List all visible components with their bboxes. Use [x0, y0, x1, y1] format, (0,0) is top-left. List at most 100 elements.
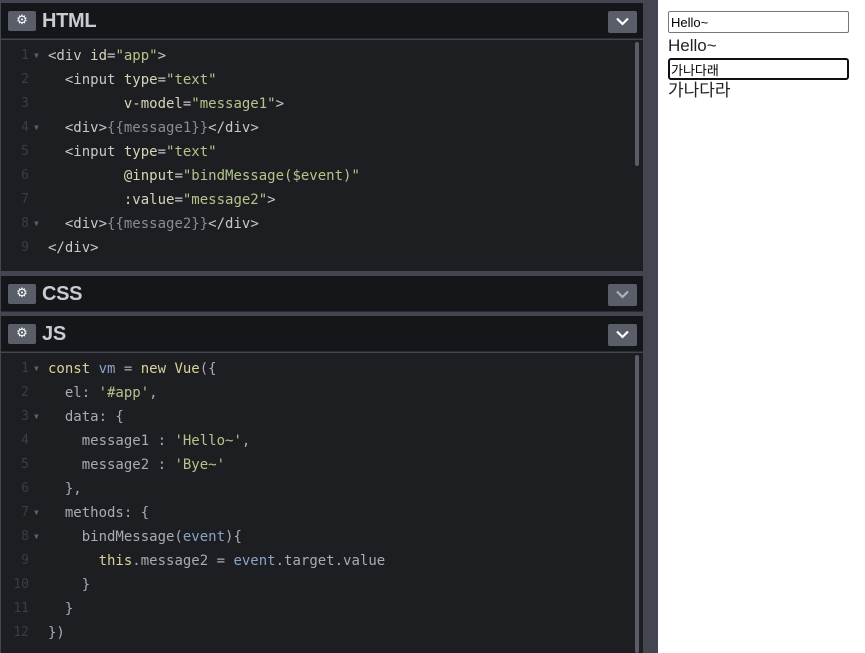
code-token: ){ [225, 529, 242, 545]
fold-arrow-icon[interactable]: ▼ [34, 212, 39, 236]
css-collapse-button[interactable] [608, 284, 637, 306]
code-line: 4 message1 : 'Hello~', [1, 429, 631, 453]
line-number: 11 [13, 601, 29, 616]
code-token: "text" [166, 72, 217, 88]
code-token: event [182, 529, 226, 545]
code-line: 7 ▼ methods: { [1, 501, 631, 525]
code-token: message1 : [48, 433, 175, 449]
code-text: const vm = new Vue({ [48, 357, 217, 381]
code-token: </div> [48, 240, 99, 256]
css-settings-button[interactable]: ⚙ [8, 284, 36, 304]
code-token: <input [48, 72, 124, 88]
code-token: type [123, 72, 158, 88]
code-token: vm [98, 361, 116, 377]
js-collapse-button[interactable] [608, 324, 637, 346]
fold-arrow-icon[interactable]: ▼ [34, 525, 39, 549]
code-token: "message1" [191, 96, 276, 112]
code-text: el: '#app', [48, 381, 158, 405]
code-token: bindMessage( [48, 529, 183, 545]
js-settings-button[interactable]: ⚙ [8, 324, 36, 344]
code-token: v-model [48, 96, 183, 112]
code-token: {{message2}} [107, 216, 209, 232]
code-line: 1 ▼ <div id="app"> [1, 44, 631, 68]
code-token: "text" [166, 144, 217, 160]
fold-arrow-icon[interactable]: ▼ [34, 357, 39, 381]
line-number: 3 [21, 409, 29, 424]
code-text: <div id="app"> [48, 44, 166, 68]
html-settings-button[interactable]: ⚙ [8, 11, 36, 31]
code-text: } [48, 573, 90, 597]
code-token: ({ [199, 361, 217, 377]
fold-arrow-icon[interactable]: ▼ [34, 44, 39, 68]
code-token: id [90, 48, 108, 64]
line-number: 6 [21, 168, 29, 183]
editor-column: ⚙ HTML 1 ▼ <div id="app"> 2 <input type="te… [0, 0, 658, 653]
code-line: 10 } [1, 573, 631, 597]
code-line: 9 this.message2 = event.target.value [1, 549, 631, 573]
code-token: "app" [115, 48, 158, 64]
fold-arrow-icon[interactable]: ▼ [34, 501, 39, 525]
js-editor-scrollbar[interactable] [635, 355, 639, 653]
code-text: @input="bindMessage($event)" [48, 164, 360, 188]
code-line: 4 ▼ <div>{{message1}}</div> [1, 116, 631, 140]
code-token: } [48, 601, 74, 617]
js-panel-header: ⚙ JS [1, 316, 643, 352]
code-text: }) [48, 621, 65, 645]
code-token: > [157, 48, 167, 64]
code-line: 5 <input type="text" [1, 140, 631, 164]
message2-input[interactable] [668, 58, 849, 80]
css-panel-header: ⚙ CSS [1, 276, 643, 312]
fold-arrow-icon[interactable]: ▼ [34, 405, 39, 429]
code-token: }, [48, 481, 82, 497]
code-token: const [48, 361, 99, 377]
code-token: <div> [48, 120, 108, 136]
code-token: .message2 = [132, 553, 234, 569]
code-text: <input type="text" [48, 140, 217, 164]
html-panel-title: HTML [42, 10, 97, 32]
code-token: data: { [48, 409, 124, 425]
line-number: 9 [21, 240, 29, 255]
line-number: 8 [21, 529, 29, 544]
code-text: v-model="message1"> [48, 92, 284, 116]
code-token: {{message1}} [107, 120, 209, 136]
js-panel-title: JS [42, 323, 66, 345]
fold-arrow-icon[interactable]: ▼ [34, 116, 39, 140]
code-token: "bindMessage($event)" [182, 168, 360, 184]
line-number: 6 [21, 481, 29, 496]
html-editor-scrollbar[interactable] [635, 42, 639, 166]
code-token: @input [48, 168, 175, 184]
html-collapse-button[interactable] [608, 11, 637, 33]
code-line: 9 </div> [1, 236, 631, 260]
code-token: event [233, 553, 276, 569]
code-token: 'Bye~' [174, 457, 226, 473]
code-token: </div> [208, 216, 259, 232]
line-number: 7 [21, 192, 29, 207]
code-token: }) [48, 625, 65, 641]
code-line: 2 <input type="text" [1, 68, 631, 92]
message1-output: Hello~ [668, 36, 717, 55]
code-token: , [149, 385, 158, 401]
code-token: methods: { [48, 505, 150, 521]
message1-input[interactable] [668, 11, 849, 33]
html-code-editor[interactable]: 1 ▼ <div id="app"> 2 <input type="text" 3 v-… [1, 40, 643, 271]
code-line: 12}) [1, 621, 631, 645]
code-token: = [157, 72, 167, 88]
code-text: :value="message2"> [48, 188, 276, 212]
line-number: 10 [13, 577, 29, 592]
code-text: methods: { [48, 501, 149, 525]
js-code-editor[interactable]: 1 ▼ const vm = new Vue({2 el: '#app', 3 ▼ da… [1, 353, 643, 653]
line-number: 5 [21, 457, 29, 472]
code-token: this [48, 553, 133, 569]
code-text: <div>{{message2}}</div> [48, 212, 259, 236]
gear-icon: ⚙ [16, 286, 28, 301]
code-text: } [48, 597, 73, 621]
code-line: 3 v-model="message1"> [1, 92, 631, 116]
code-text: message2 : 'Bye~' [48, 453, 225, 477]
code-token: = [174, 192, 183, 208]
code-token: 'Hello~' [174, 433, 242, 449]
code-text: </div> [48, 236, 99, 260]
chevron-down-icon [616, 290, 629, 299]
result-preview: Hello~ 가나다라 [659, 0, 865, 653]
line-number: 4 [21, 433, 29, 448]
code-token: .target.value [275, 553, 386, 569]
